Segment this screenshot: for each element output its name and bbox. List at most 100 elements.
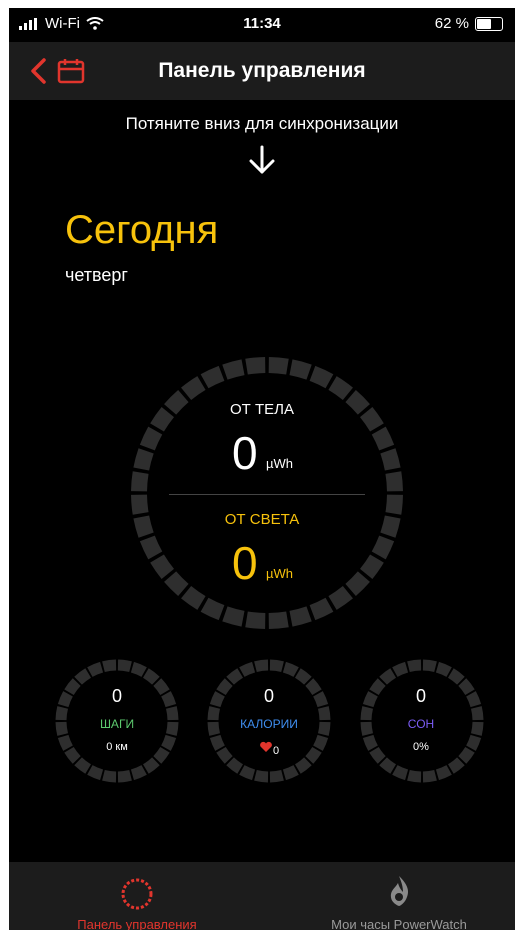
ring-segment bbox=[392, 661, 409, 677]
ring-segment bbox=[407, 659, 422, 673]
ring-segment bbox=[117, 659, 132, 673]
tab-bar: Панель управления Мои часы PowerWatch bbox=[9, 862, 515, 930]
heart-icon bbox=[260, 741, 272, 753]
ring-segment bbox=[282, 765, 299, 781]
nav-bar: Панель управления bbox=[9, 42, 515, 100]
ring-segment bbox=[309, 365, 334, 389]
ring-segment bbox=[133, 448, 154, 471]
energy-ring bbox=[131, 357, 403, 629]
battery-icon bbox=[475, 16, 503, 31]
ring-segment bbox=[200, 365, 225, 389]
ring-segment bbox=[87, 765, 104, 781]
light-energy-label: ОТ СВЕТА bbox=[224, 511, 300, 528]
battery-fill bbox=[477, 18, 491, 29]
ring-segment bbox=[268, 357, 289, 375]
sleep-stat[interactable]: 0 СОН 0% bbox=[359, 686, 483, 753]
steps-distance: 0 км bbox=[106, 741, 128, 753]
tab-my-watch-label: Мои часы PowerWatch bbox=[331, 917, 467, 930]
ring-segment bbox=[222, 606, 245, 627]
ring-segment bbox=[422, 769, 437, 783]
tab-my-watch[interactable]: Мои часы PowerWatch bbox=[299, 862, 499, 930]
light-energy-value: 0 bbox=[232, 537, 258, 589]
ring-segment bbox=[139, 426, 163, 451]
powerwatch-flame-icon bbox=[390, 876, 409, 906]
ring-segment bbox=[447, 757, 465, 774]
ring-segment bbox=[130, 765, 147, 781]
calories-heart-row: 0 bbox=[207, 741, 331, 757]
ring-segment bbox=[269, 769, 284, 783]
calories-label: КАЛОРИИ bbox=[240, 717, 298, 731]
ring-segment bbox=[435, 661, 452, 677]
body-energy-label: ОТ ТЕЛА bbox=[229, 401, 294, 418]
dashboard-ring-icon bbox=[121, 878, 153, 910]
page-title: Панель управления bbox=[158, 59, 366, 82]
ring-segment bbox=[359, 554, 384, 579]
ring-segment bbox=[164, 571, 189, 596]
ring-segment bbox=[131, 471, 149, 492]
ring-segment bbox=[102, 659, 117, 673]
ring-segment bbox=[117, 769, 132, 783]
pull-to-sync-hint: Потяните вниз для синхронизации bbox=[125, 114, 399, 133]
light-energy-unit: µWh bbox=[266, 566, 293, 581]
ring-segment bbox=[254, 659, 269, 673]
ring-segment bbox=[379, 757, 397, 774]
ring-segment bbox=[150, 554, 175, 579]
ring-segment bbox=[371, 535, 395, 560]
weekday-label: четверг bbox=[65, 265, 128, 285]
arrow-down-icon bbox=[249, 145, 275, 174]
ring-segment bbox=[282, 661, 299, 677]
ring-segment bbox=[385, 471, 403, 492]
ring-segment bbox=[142, 757, 160, 774]
ring-segment bbox=[294, 757, 312, 774]
ring-segment bbox=[74, 757, 92, 774]
ring-segment bbox=[181, 585, 206, 610]
tab-dashboard-label: Панель управления bbox=[77, 917, 197, 930]
ring-segment bbox=[379, 668, 397, 685]
ring-segment bbox=[87, 661, 104, 677]
ring-segment bbox=[289, 359, 312, 380]
ring-segment bbox=[200, 597, 225, 621]
ring-segment bbox=[226, 668, 244, 685]
body-energy-unit: µWh bbox=[266, 456, 293, 471]
steps-label: ШАГИ bbox=[99, 717, 135, 731]
sleep-percent: 0% bbox=[413, 741, 429, 753]
status-bar: Wi-Fi 11:34 62 % bbox=[9, 8, 515, 42]
ring-segment bbox=[407, 769, 422, 783]
calories-stat[interactable]: 0 КАЛОРИИ 0 bbox=[207, 686, 331, 757]
steps-stat[interactable]: 0 ШАГИ 0 км bbox=[55, 686, 179, 753]
status-right: 62 % bbox=[435, 15, 503, 32]
sleep-label: СОН bbox=[407, 717, 435, 731]
body-energy-value: 0 bbox=[232, 427, 258, 479]
ring-segment bbox=[245, 357, 266, 375]
steps-value: 0 bbox=[111, 686, 122, 706]
ring-segment bbox=[328, 376, 353, 401]
ring-segment bbox=[254, 769, 269, 783]
ring-segment bbox=[345, 571, 370, 596]
ring-segment bbox=[139, 535, 163, 560]
ring-segment bbox=[130, 661, 147, 677]
ring-segment bbox=[239, 765, 256, 781]
ring-segment bbox=[447, 668, 465, 685]
ring-segment bbox=[239, 661, 256, 677]
ring-segment bbox=[268, 611, 289, 629]
ring-segment bbox=[226, 757, 244, 774]
ring-segment bbox=[181, 376, 206, 401]
ring-segment bbox=[142, 668, 160, 685]
calories-value: 0 bbox=[263, 686, 274, 706]
ring-segment bbox=[294, 668, 312, 685]
ring-segment bbox=[435, 765, 452, 781]
energy-divider bbox=[169, 494, 365, 495]
ring-segment bbox=[328, 585, 353, 610]
tab-dashboard[interactable]: Панель управления bbox=[37, 862, 237, 930]
sleep-value: 0 bbox=[415, 686, 426, 706]
ring-segment bbox=[289, 606, 312, 627]
ring-segment bbox=[102, 769, 117, 783]
ring-segment bbox=[269, 659, 284, 673]
ring-segment bbox=[422, 659, 437, 673]
app-screen: Wi-Fi 11:34 62 % Панель управления Потян… bbox=[9, 8, 515, 930]
ring-segment bbox=[371, 426, 395, 451]
ring-segment bbox=[392, 765, 409, 781]
battery-percent: 62 % bbox=[434, 15, 469, 32]
ring-segment bbox=[245, 611, 266, 629]
calories-heart-value: 0 bbox=[272, 745, 280, 757]
